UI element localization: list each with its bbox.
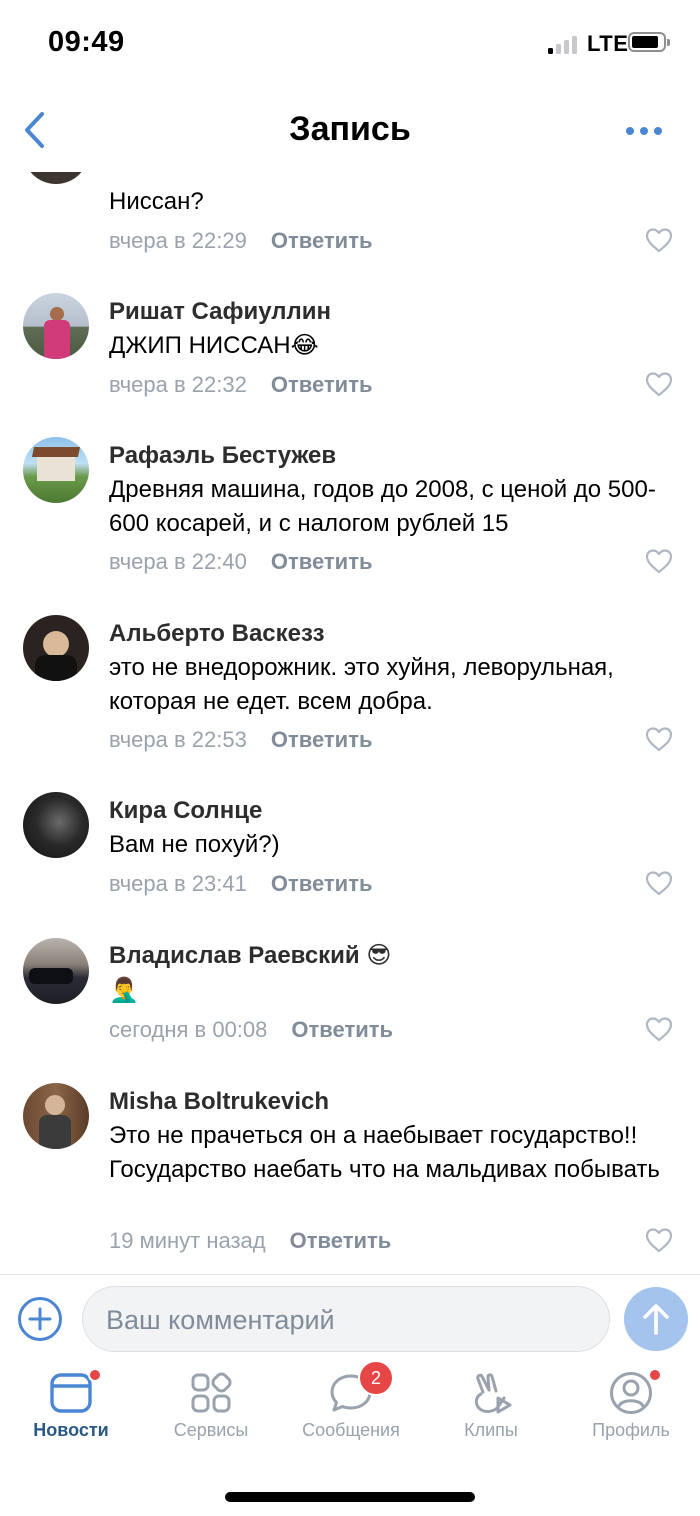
- reply-button[interactable]: Ответить: [271, 372, 373, 397]
- comment-meta: вчера в 22:53 Ответить: [109, 727, 373, 753]
- arrow-up-icon: [643, 1304, 669, 1335]
- more-dots-icon: [626, 127, 662, 135]
- heart-icon[interactable]: [644, 1226, 674, 1254]
- comment-text: ДЖИП НИССАН😂: [109, 332, 319, 359]
- attach-button[interactable]: [17, 1296, 63, 1342]
- plus-circle-icon: [18, 1297, 62, 1341]
- avatar[interactable]: [23, 615, 89, 681]
- reply-button[interactable]: Ответить: [271, 549, 373, 574]
- reply-button[interactable]: Ответить: [271, 871, 373, 896]
- comment-time: вчера в 23:41: [109, 871, 247, 896]
- reply-button[interactable]: Ответить: [291, 1017, 393, 1042]
- tab-messages[interactable]: Сообщения 2: [286, 1360, 416, 1460]
- heart-icon[interactable]: [644, 725, 674, 753]
- comment-time: сегодня в 00:08: [109, 1017, 268, 1042]
- tab-profile[interactable]: Профиль: [566, 1368, 696, 1460]
- clips-icon: [474, 1373, 512, 1414]
- notification-dot: [648, 1368, 662, 1382]
- reply-button[interactable]: Ответить: [271, 228, 373, 253]
- services-icon: [191, 1372, 232, 1413]
- news-icon: [50, 1373, 92, 1413]
- tab-label: Сообщения: [302, 1420, 400, 1440]
- comment-author[interactable]: Владислав Раевский 😎: [109, 941, 391, 970]
- comment-composer: Ваш комментарий: [0, 1274, 700, 1363]
- tab-label: Клипы: [464, 1420, 518, 1440]
- unread-badge: 2: [358, 1360, 394, 1396]
- comment-author[interactable]: Ришат Сафиуллин: [109, 298, 331, 326]
- tab-clips[interactable]: Клипы: [426, 1370, 556, 1460]
- cellular-signal-icon: [548, 34, 582, 54]
- heart-icon[interactable]: [644, 226, 674, 254]
- status-time: 09:49: [48, 26, 125, 58]
- avatar[interactable]: [23, 437, 89, 503]
- comment-text: Это не прачеться он а наебывает государс…: [109, 1122, 660, 1183]
- comment-meta: вчера в 22:40 Ответить: [109, 549, 373, 575]
- avatar[interactable]: [23, 792, 89, 858]
- profile-icon: [610, 1372, 652, 1414]
- notification-dot: [88, 1368, 102, 1382]
- comment-author[interactable]: Misha Boltrukevich: [109, 1088, 329, 1116]
- comment-text: 🤦‍♂️: [109, 977, 139, 1004]
- tab-services[interactable]: Сервисы: [146, 1370, 276, 1460]
- avatar[interactable]: [23, 170, 89, 184]
- comment-text: Вам не похуй?): [109, 831, 280, 858]
- tab-label: Новости: [33, 1420, 109, 1440]
- status-bar: 09:49 LTE: [0, 0, 700, 90]
- reply-button[interactable]: Ответить: [290, 1228, 392, 1253]
- comment-author[interactable]: Альберто Васкезз: [109, 620, 325, 648]
- more-options-button[interactable]: [624, 116, 664, 146]
- comment-text: Ниссан?: [109, 188, 204, 215]
- send-button[interactable]: [624, 1287, 688, 1351]
- comment-author[interactable]: Кира Солнце: [109, 797, 262, 825]
- comment-input[interactable]: Ваш комментарий: [82, 1286, 681, 1352]
- heart-icon[interactable]: [644, 370, 674, 398]
- comment-meta: 19 минут назад Ответить: [109, 1228, 391, 1254]
- tab-label: Сервисы: [173, 1420, 249, 1440]
- comment-time: вчера в 22:32: [109, 372, 247, 397]
- tab-label: Профиль: [592, 1420, 670, 1440]
- avatar[interactable]: [23, 1083, 89, 1149]
- network-type: LTE: [587, 31, 629, 56]
- comment-time: вчера в 22:53: [109, 727, 247, 752]
- comment-time: вчера в 22:40: [109, 549, 247, 574]
- home-indicator[interactable]: [225, 1492, 475, 1502]
- tab-news[interactable]: Новости: [6, 1368, 136, 1460]
- battery-icon: [628, 32, 670, 52]
- comment-meta: вчера в 23:41 Ответить: [109, 871, 373, 897]
- navigation-bar: Запись: [0, 90, 700, 172]
- heart-icon[interactable]: [644, 1015, 674, 1043]
- comment-meta: вчера в 22:32 Ответить: [109, 372, 373, 398]
- reply-button[interactable]: Ответить: [271, 727, 373, 752]
- comments-list[interactable]: Ниссан? вчера в 22:29 Ответить Ришат Сафи…: [0, 170, 700, 1274]
- comment-meta: вчера в 22:29 Ответить: [109, 228, 373, 254]
- avatar[interactable]: [23, 938, 89, 1004]
- comment-meta: сегодня в 00:08 Ответить: [109, 1017, 393, 1043]
- comment-time: 19 минут назад: [109, 1228, 266, 1253]
- avatar[interactable]: [23, 293, 89, 359]
- heart-icon[interactable]: [644, 869, 674, 897]
- comment-time: вчера в 22:29: [109, 228, 247, 253]
- heart-icon[interactable]: [644, 547, 674, 575]
- comment-text: Древняя машина, годов до 2008, с ценой д…: [109, 476, 656, 537]
- comment-input-placeholder: Ваш комментарий: [106, 1305, 335, 1335]
- comment-text: это не внедорожник. это хуйня, леворульн…: [109, 654, 614, 715]
- comment-author[interactable]: Рафаэль Бестужев: [109, 442, 336, 470]
- page-title: Запись: [289, 110, 411, 148]
